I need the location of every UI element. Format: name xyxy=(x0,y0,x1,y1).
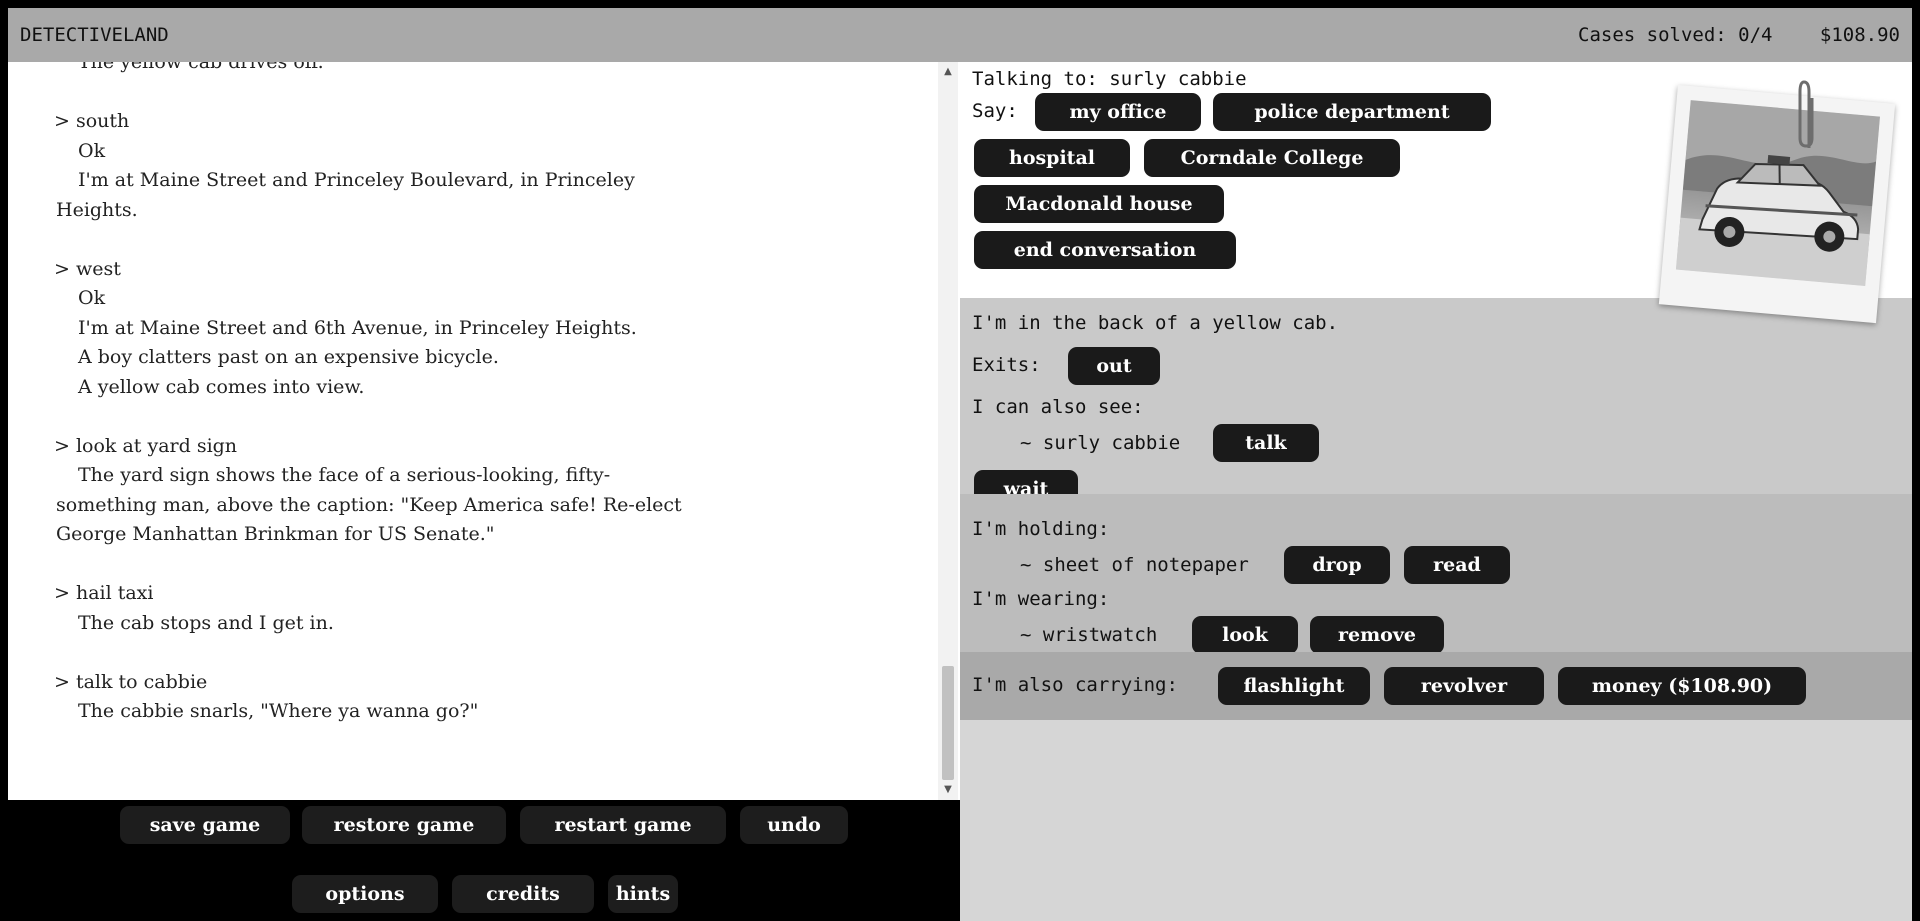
response-line: A yellow cab comes into view. xyxy=(78,375,365,398)
response-line: The yard sign shows the face of a seriou… xyxy=(78,464,611,486)
transcript-entry: > west Ok I'm at Maine Street and 6th Aven… xyxy=(54,255,856,403)
transcript-content: The yellow cab drives off. > south Ok I'm a… xyxy=(54,62,856,756)
restore-game-button[interactable]: restore game xyxy=(302,806,506,844)
talk-button[interactable]: talk xyxy=(1213,424,1319,462)
transcript-entry: > look at yard sign The yard sign shows t… xyxy=(54,432,856,550)
response-line: The cabbie snarls, "Where ya wanna go?" xyxy=(78,700,479,722)
command-line: > south xyxy=(54,110,130,132)
inventory-section: I'm holding: ~ sheet of notepaper drop r… xyxy=(960,494,1912,654)
transcript-entry: > hail taxi The cab stops and I get in. xyxy=(54,579,856,638)
npc-surly-cabbie: ~ surly cabbie xyxy=(1020,432,1181,454)
taxi-picture xyxy=(1675,100,1881,286)
revolver-button[interactable]: revolver xyxy=(1384,667,1544,705)
response-line: something man, above the caption: "Keep … xyxy=(56,493,682,516)
cases-solved: Cases solved: 0/4 xyxy=(1578,24,1773,46)
command-line: > look at yard sign xyxy=(54,434,238,457)
room-section: I'm in the back of a yellow cab. Exits: … xyxy=(960,298,1912,508)
restart-game-button[interactable]: restart game xyxy=(520,806,726,844)
taxi-drawing-icon xyxy=(1675,100,1881,286)
worn-item-wristwatch: ~ wristwatch xyxy=(1020,624,1158,646)
money-display: $108.90 xyxy=(1819,24,1900,46)
stats: Cases solved: 0/4 $108.90 xyxy=(1542,24,1900,46)
game-title: DETECTIVELAND xyxy=(20,24,169,46)
say-police-department-button[interactable]: police department xyxy=(1213,93,1491,131)
game-window: DETECTIVELAND Cases solved: 0/4 $108.90 … xyxy=(8,8,1912,921)
save-game-button[interactable]: save game xyxy=(120,806,290,844)
say-corndale-college-button[interactable]: Corndale College xyxy=(1144,139,1400,177)
held-item-notepaper: ~ sheet of notepaper xyxy=(1020,554,1249,576)
transcript-scrollbar[interactable]: ▲ ▼ xyxy=(938,62,958,800)
end-conversation-button[interactable]: end conversation xyxy=(974,231,1236,269)
scroll-down-icon[interactable]: ▼ xyxy=(938,780,958,800)
drop-button[interactable]: drop xyxy=(1284,546,1390,584)
carrying-label: I'm also carrying: xyxy=(972,674,1178,696)
response-line: A boy clatters past on an expensive bicy… xyxy=(78,346,499,368)
say-hospital-button[interactable]: hospital xyxy=(974,139,1130,177)
command-line: > west xyxy=(54,257,121,280)
undo-button[interactable]: undo xyxy=(740,806,848,844)
hints-button[interactable]: hints xyxy=(608,875,678,913)
talking-to-label: Talking to: surly cabbie xyxy=(972,68,1247,90)
response-line: Ok xyxy=(78,287,106,309)
say-my-office-button[interactable]: my office xyxy=(1035,93,1201,131)
command-line: > talk to cabbie xyxy=(54,670,208,693)
options-button[interactable]: options xyxy=(292,875,438,913)
exit-out-button[interactable]: out xyxy=(1068,347,1160,385)
scroll-thumb[interactable] xyxy=(942,666,954,780)
credits-button[interactable]: credits xyxy=(452,875,594,913)
transcript-entry: > talk to cabbie The cabbie snarls, "Wher… xyxy=(54,668,856,727)
response-line: The yellow cab drives off. xyxy=(78,62,324,73)
response-line: I'm at Maine Street and Princeley Boulev… xyxy=(78,169,635,191)
holding-label: I'm holding: xyxy=(972,518,1110,540)
look-button[interactable]: look xyxy=(1192,616,1298,654)
exits-label: Exits: xyxy=(972,354,1041,376)
top-bar: DETECTIVELAND Cases solved: 0/4 $108.90 xyxy=(8,8,1912,62)
say-macdonald-house-button[interactable]: Macdonald house xyxy=(974,185,1224,223)
say-label: Say: xyxy=(972,100,1018,122)
carrying-section: I'm also carrying: flashlight revolver m… xyxy=(960,652,1912,720)
response-line: I'm at Maine Street and 6th Avenue, in P… xyxy=(78,316,637,339)
response-line: George Manhattan Brinkman for US Senate.… xyxy=(56,523,495,545)
wearing-label: I'm wearing: xyxy=(972,588,1110,610)
response-line: The cab stops and I get in. xyxy=(78,611,334,634)
transcript-entry: The yellow cab drives off. xyxy=(56,62,856,78)
read-button[interactable]: read xyxy=(1404,546,1510,584)
scroll-up-icon[interactable]: ▲ xyxy=(938,62,958,82)
taxi-photo-icon xyxy=(1658,84,1896,324)
see-label: I can also see: xyxy=(972,396,1144,418)
remove-button[interactable]: remove xyxy=(1310,616,1444,654)
transcript-panel[interactable]: The yellow cab drives off. > south Ok I'm a… xyxy=(8,62,938,800)
command-line: > hail taxi xyxy=(54,582,154,604)
transcript-entry: > south Ok I'm at Maine Street and Princel… xyxy=(54,107,856,225)
paperclip-icon xyxy=(1798,80,1814,148)
empty-area xyxy=(960,720,1912,921)
response-line: Heights. xyxy=(56,198,138,221)
system-menu: save game restore game restart game undo… xyxy=(8,800,960,921)
money-button[interactable]: money ($108.90) xyxy=(1558,667,1806,705)
response-line: Ok xyxy=(78,139,106,162)
flashlight-button[interactable]: flashlight xyxy=(1218,667,1370,705)
room-description: I'm in the back of a yellow cab. xyxy=(972,312,1339,334)
